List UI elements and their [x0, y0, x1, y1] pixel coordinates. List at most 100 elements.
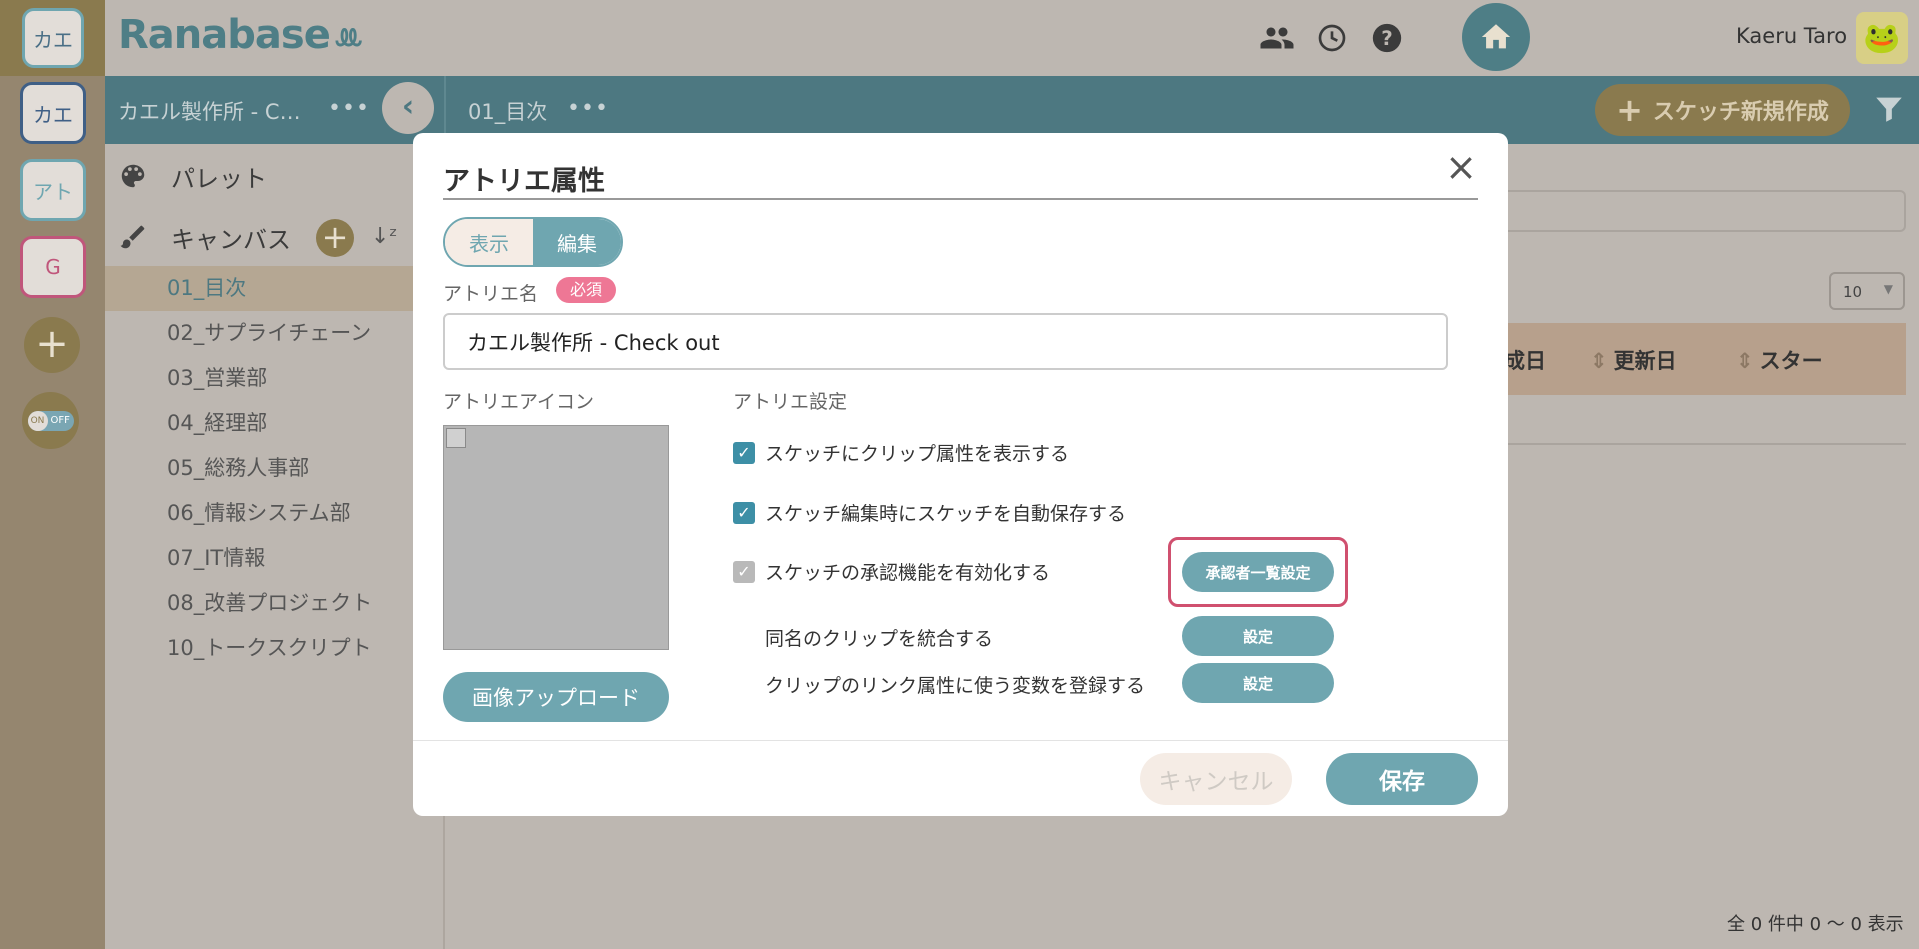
on-off-toggle[interactable]: ON OFF — [22, 392, 79, 449]
option-autosave[interactable]: ✓ スケッチ編集時にスケッチを自動保存する — [733, 499, 1126, 526]
sort-icon[interactable]: ↓ᶻ — [371, 224, 398, 249]
avatar[interactable]: 🐸 — [1856, 12, 1908, 64]
palette-icon — [121, 164, 145, 188]
workspace-kae-label: カエ — [33, 102, 73, 127]
per-page-value: 10 — [1843, 283, 1863, 301]
canvas-item[interactable]: 01_目次 — [105, 266, 443, 311]
svg-text:?: ? — [1381, 27, 1393, 50]
approver-list-button[interactable]: 承認者一覧設定 — [1182, 552, 1334, 592]
collapse-sidebar-button[interactable]: ‹ — [382, 82, 434, 134]
image-upload-button[interactable]: 画像アップロード — [443, 672, 669, 722]
user-name[interactable]: Kaeru Taro — [1736, 24, 1847, 48]
canvas-item[interactable]: 08_改善プロジェクト — [105, 581, 443, 626]
canvas-item[interactable]: 03_営業部 — [105, 356, 443, 401]
history-button[interactable] — [1314, 20, 1350, 56]
canvas-item[interactable]: 05_総務人事部 — [105, 446, 443, 491]
plus-icon: + — [321, 218, 349, 256]
close-icon[interactable]: × — [1444, 148, 1478, 186]
canvas-item[interactable]: 02_サプライチェーン — [105, 311, 443, 356]
canvas-more-icon[interactable]: ••• — [567, 96, 609, 121]
canvas-item[interactable]: 07_IT情報 — [105, 536, 443, 581]
checkbox-checked-icon[interactable]: ✓ — [733, 560, 755, 583]
atelier-settings-label: アトリエ設定 — [733, 391, 848, 413]
workspace-g-button[interactable]: G — [20, 236, 86, 298]
column-star[interactable]: ⇕ スター — [1736, 345, 1823, 375]
option-label: スケッチ編集時にスケッチを自動保存する — [765, 503, 1127, 525]
add-workspace-button[interactable]: + — [24, 317, 80, 373]
top-header: Ranabase ꔛ ? Kaeru Taro 🐸 — [105, 0, 1919, 76]
atelier-name[interactable]: カエル製作所 - C… — [118, 96, 301, 126]
option-label: スケッチにクリップ属性を表示する — [765, 443, 1070, 465]
logo-text: Ranabase — [118, 12, 331, 58]
tab-view[interactable]: 表示 — [445, 219, 533, 265]
column-star-label: スター — [1759, 349, 1823, 373]
add-canvas-button[interactable]: + — [316, 219, 354, 257]
home-icon — [1481, 24, 1511, 49]
required-badge: 必須 — [556, 277, 617, 303]
atelier-name-label: アトリエ名 — [443, 283, 539, 305]
merge-clips-settings-button[interactable]: 設定 — [1182, 616, 1334, 656]
atelier-icon-preview — [443, 425, 669, 650]
palette-nav[interactable]: パレット — [115, 156, 267, 196]
new-sketch-label: スケッチ新規作成 — [1652, 100, 1829, 125]
workspace-g-label: G — [45, 255, 61, 279]
search-input[interactable] — [1500, 190, 1906, 232]
sort-icon: ⇕ — [1590, 349, 1608, 373]
plus-icon: + — [1616, 91, 1643, 129]
workspace-rail: カエ カエ アト G + ON OFF — [0, 0, 105, 949]
sort-icon: ⇕ — [1736, 349, 1754, 373]
mode-toggle: 表示 編集 — [443, 217, 623, 267]
plus-icon: + — [35, 321, 69, 367]
title-divider — [443, 198, 1478, 200]
rail-top: カエ — [0, 0, 105, 76]
workspace-kae-button[interactable]: カエ — [20, 82, 86, 144]
filter-icon — [1876, 97, 1902, 122]
home-button[interactable] — [1462, 3, 1530, 71]
help-icon: ? — [1372, 23, 1402, 53]
atelier-properties-dialog: アトリエ属性 × 表示 編集 アトリエ名 必須 アトリエアイコン 画像アップロー… — [413, 133, 1508, 816]
broken-image-icon — [446, 428, 466, 448]
frog-logo-icon: ꔛ — [333, 21, 363, 56]
workspace-ato-button[interactable]: アト — [20, 159, 86, 221]
history-icon — [1318, 24, 1346, 52]
toggle-switch: ON OFF — [27, 410, 74, 431]
frog-avatar-icon: 🐸 — [1863, 20, 1901, 56]
column-updated-label: 更新日 — [1613, 349, 1677, 373]
dialog-title: アトリエ属性 — [443, 166, 605, 197]
canvas-title: 01_目次 — [468, 100, 548, 124]
canvas-item[interactable]: 10_トークスクリプト — [105, 626, 443, 671]
people-icon — [1260, 27, 1294, 49]
canvas-item[interactable]: 06_情報システム部 — [105, 491, 443, 536]
app-logo[interactable]: Ranabase ꔛ — [118, 12, 363, 58]
tab-edit[interactable]: 編集 — [533, 219, 621, 265]
toggle-off-label: OFF — [50, 415, 70, 426]
canvas-nav[interactable]: キャンバス — [115, 217, 291, 257]
column-updated[interactable]: ⇕ 更新日 — [1590, 345, 1677, 375]
canvas-item[interactable]: 04_経理部 — [105, 401, 443, 446]
per-page-select[interactable]: 10 ▼ — [1829, 272, 1905, 310]
table-header: 成日 ⇕ 更新日 ⇕ スター — [1500, 323, 1906, 395]
option-show-clip-attributes[interactable]: ✓ スケッチにクリップ属性を表示する — [733, 439, 1069, 466]
chevron-down-icon: ▼ — [1883, 282, 1893, 296]
link-variables-settings-button[interactable]: 設定 — [1182, 663, 1334, 703]
canvas-list: 01_目次 02_サプライチェーン 03_営業部 04_経理部 05_総務人事部… — [105, 266, 443, 671]
footer-divider — [413, 740, 1508, 741]
brush-icon — [120, 225, 145, 249]
checkbox-checked-icon[interactable]: ✓ — [733, 441, 755, 464]
merge-clips-label: 同名のクリップを統合する — [765, 628, 994, 650]
save-button[interactable]: 保存 — [1326, 753, 1478, 805]
atelier-more-icon[interactable]: ••• — [328, 96, 370, 121]
cancel-button[interactable]: キャンセル — [1140, 753, 1292, 805]
workspace-current-button[interactable]: カエ — [22, 8, 84, 68]
members-button[interactable] — [1259, 20, 1295, 56]
column-created[interactable]: 成日 — [1504, 345, 1546, 375]
option-label: スケッチの承認機能を有効化する — [765, 562, 1051, 584]
atelier-icon-label: アトリエアイコン — [443, 391, 595, 413]
new-sketch-button[interactable]: + スケッチ新規作成 — [1595, 84, 1850, 136]
atelier-name-field[interactable] — [443, 313, 1448, 370]
option-approval[interactable]: ✓ スケッチの承認機能を有効化する — [733, 558, 1050, 585]
workspace-ato-label: アト — [33, 179, 73, 204]
checkbox-checked-icon[interactable]: ✓ — [733, 501, 755, 524]
filter-button[interactable] — [1872, 92, 1908, 128]
help-button[interactable]: ? — [1369, 20, 1405, 56]
